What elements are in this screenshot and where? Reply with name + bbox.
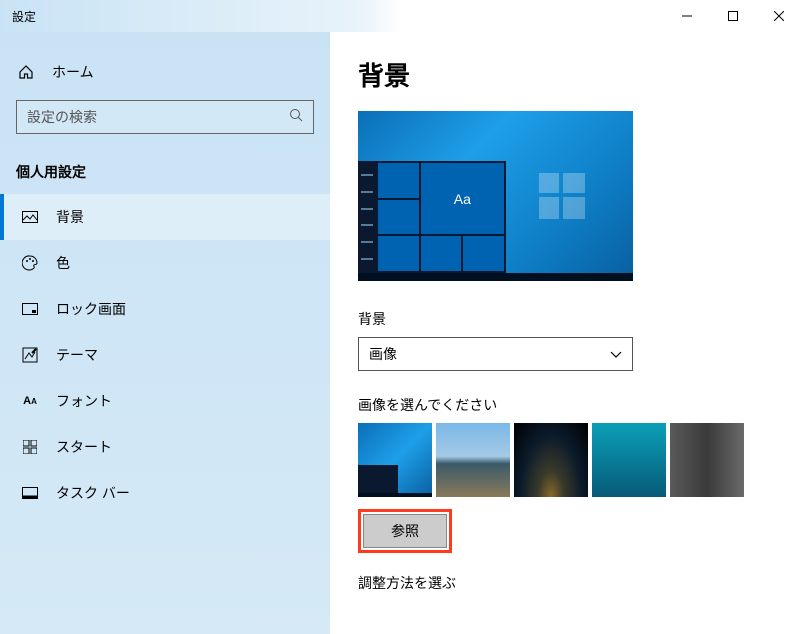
background-label: 背景 <box>358 309 774 329</box>
theme-icon <box>20 347 40 363</box>
nav-label: スタート <box>56 437 112 457</box>
home-label: ホーム <box>52 62 94 82</box>
windows-logo-icon <box>539 173 585 219</box>
image-thumbnails <box>358 423 774 497</box>
dropdown-value: 画像 <box>369 344 397 364</box>
image-thumb-2[interactable] <box>436 423 510 497</box>
fit-label: 調整方法を選ぶ <box>358 573 774 593</box>
nav-label: 色 <box>56 253 70 273</box>
nav-label: テーマ <box>56 345 98 365</box>
page-title: 背景 <box>358 56 774 93</box>
close-button[interactable] <box>756 0 802 32</box>
taskbar-icon <box>20 487 40 499</box>
browse-label: 参照 <box>391 521 419 541</box>
lockscreen-icon <box>20 303 40 315</box>
search-icon <box>289 108 303 127</box>
maximize-button[interactable] <box>710 0 756 32</box>
image-thumb-3[interactable] <box>514 423 588 497</box>
section-title: 個人用設定 <box>0 154 330 194</box>
main-panel: 背景 Aa 背景 画像 画像を <box>330 32 802 634</box>
nav-label: ロック画面 <box>56 299 126 319</box>
sidebar: ホーム 個人用設定 背景 色 ロック画面 テーマ AA フォント ス <box>0 32 330 634</box>
nav-start[interactable]: スタート <box>0 424 330 470</box>
choose-image-label: 画像を選んでください <box>358 395 774 415</box>
start-icon <box>20 440 40 454</box>
home-nav[interactable]: ホーム <box>0 52 330 92</box>
chevron-down-icon <box>610 346 622 362</box>
image-thumb-1[interactable] <box>358 423 432 497</box>
nav-fonts[interactable]: AA フォント <box>0 378 330 424</box>
browse-button[interactable]: 参照 <box>363 514 447 548</box>
browse-highlight: 参照 <box>358 509 452 553</box>
sample-text-tile: Aa <box>421 163 504 234</box>
nav-label: フォント <box>56 391 112 411</box>
desktop-preview: Aa <box>358 111 633 281</box>
image-thumb-4[interactable] <box>592 423 666 497</box>
home-icon <box>16 64 36 80</box>
search-input[interactable] <box>27 109 289 125</box>
picture-icon <box>20 211 40 223</box>
background-dropdown[interactable]: 画像 <box>358 337 633 371</box>
nav-background[interactable]: 背景 <box>0 194 330 240</box>
search-box[interactable] <box>16 100 314 134</box>
start-menu-preview: Aa <box>358 161 506 273</box>
palette-icon <box>20 255 40 271</box>
window-title: 設定 <box>0 8 36 25</box>
minimize-button[interactable] <box>664 0 710 32</box>
nav-colors[interactable]: 色 <box>0 240 330 286</box>
window-controls <box>664 0 802 32</box>
font-icon: AA <box>20 395 40 407</box>
nav-lockscreen[interactable]: ロック画面 <box>0 286 330 332</box>
titlebar: 設定 <box>0 0 802 32</box>
nav-label: 背景 <box>56 207 84 227</box>
nav-themes[interactable]: テーマ <box>0 332 330 378</box>
nav-taskbar[interactable]: タスク バー <box>0 470 330 516</box>
image-thumb-5[interactable] <box>670 423 744 497</box>
nav-label: タスク バー <box>56 483 130 503</box>
